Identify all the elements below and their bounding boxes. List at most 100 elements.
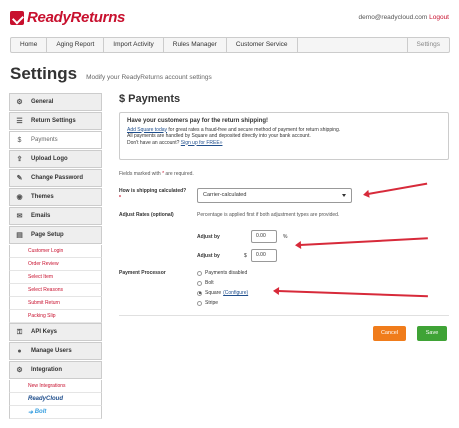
sidebar-integration-readycloud[interactable]: ReadyCloud [9,393,102,406]
sidebar-item-change-password[interactable]: ✎ Change Password [9,169,102,187]
sidebar-sub-select-item[interactable]: Select Item [9,271,102,284]
signup-link[interactable]: Sign up for FREE» [181,140,223,146]
adjust-percent-input[interactable]: 0.00 [251,230,277,243]
logo[interactable]: ReadyReturns [10,9,125,26]
user-email: demo@readycloud.com [358,14,428,21]
adjust-rates-label: Adjust Rates (optional) [119,212,174,218]
main-nav: Home Aging Report Import Activity Rules … [10,37,450,53]
add-square-link[interactable]: Add Square today [127,127,167,133]
configure-square-link[interactable]: (Configure) [223,290,248,296]
sidebar-item-return-settings[interactable]: ☰ Return Settings [9,112,102,130]
eye-icon: ◉ [16,193,23,201]
processor-option-label: Payments disabled [205,270,248,276]
page-title: Settings [10,64,78,83]
adjust-by-amount-label: Adjust by [197,253,220,259]
save-button[interactable]: Save [417,326,447,341]
radio-button[interactable] [197,270,202,276]
sidebar-sub-order-review[interactable]: Order Review [9,258,102,271]
sidebar-item-label: Payments [31,137,58,143]
sidebar-item-label: Change Password [31,175,84,181]
sidebar-integration-bolt[interactable]: ➔ Bolt [9,406,102,419]
processor-option-stripe[interactable]: Stripe [197,300,218,306]
nav-customer-service[interactable]: Customer Service [227,38,298,52]
payment-processor-label: Payment Processor [119,270,166,276]
page-subtitle: Modify your ReadyReturns account setting… [86,74,212,81]
sidebar-item-themes[interactable]: ◉ Themes [9,188,102,206]
sidebar-item-emails[interactable]: ✉ Emails [9,207,102,225]
percent-unit: % [283,234,288,240]
shipping-label-text: How is shipping calculated? [119,188,187,194]
sidebar-item-label: General [31,99,54,105]
sidebar-sub-new-integrations[interactable]: New Integrations [9,380,102,393]
sidebar-sub-customer-login[interactable]: Customer Login [9,245,102,258]
app-header: ReadyReturns demo@readycloud.com Logout [0,0,459,34]
processor-option-square[interactable]: Square (Configure) [197,290,248,296]
dollar-icon: $ [17,136,22,144]
bolt-logo: Bolt [34,409,47,415]
promo-heading: Have your customers pay for the return s… [127,118,269,124]
processor-option-bolt[interactable]: Bolt [197,280,214,286]
promo-line-3: Don't have an account? Sign up for FREE» [127,140,441,147]
pencil-icon: ✎ [16,174,23,182]
cancel-button[interactable]: Cancel [373,326,406,341]
key-icon: ⚿ [16,328,23,336]
sidebar-item-api-keys[interactable]: ⚿ API Keys [9,323,102,341]
sidebar-item-label: Emails [31,213,51,219]
percentage-note: Percentage is applied first if both adju… [197,212,340,218]
processor-option-label: Bolt [205,280,214,286]
logo-check-icon [10,10,24,25]
upload-icon: ⇪ [16,155,23,163]
nav-rules-manager[interactable]: Rules Manager [164,38,227,52]
sidebar-item-label: Upload Logo [31,156,68,162]
sidebar-sub-submit-return[interactable]: Submit Return [9,297,102,310]
list-icon: ☰ [16,117,23,125]
processor-option-label: Square [205,290,222,296]
envelope-icon: ✉ [16,212,23,220]
radio-button-checked[interactable] [197,290,202,296]
required-note: Fields marked with * are required. [119,171,194,177]
user-icon: ● [17,347,22,355]
logout-link[interactable]: Logout [429,14,449,21]
required-note-suffix: are required. [164,171,194,177]
nav-aging-report[interactable]: Aging Report [47,38,105,52]
shipping-select-value: Carrier-calculated [203,192,247,198]
sidebar-item-manage-users[interactable]: ● Manage Users [9,342,102,360]
payments-title: $ Payments [119,93,181,105]
required-note-text: Fields marked with [119,171,163,177]
shipping-select[interactable]: Carrier-calculated [197,188,352,203]
form-divider [119,315,449,316]
settings-sidebar: ⚙ General ☰ Return Settings $ Payments ⇪… [9,93,102,419]
sidebar-item-page-setup[interactable]: ▤ Page Setup [9,226,102,244]
annotation-arrow-adjust [299,237,428,246]
sidebar-item-label: Themes [31,194,54,200]
adjust-amount-input[interactable]: 0.00 [251,249,277,262]
document-icon: ▤ [16,231,23,239]
adjust-by-percent-label: Adjust by [197,234,220,240]
sidebar-item-upload-logo[interactable]: ⇪ Upload Logo [9,150,102,168]
shipping-label: How is shipping calculated? * [119,188,189,201]
sidebar-item-payments[interactable]: $ Payments [9,131,102,149]
processor-option-label: Stripe [205,300,219,306]
sidebar-item-label: Integration [31,367,62,373]
nav-settings[interactable]: Settings [406,38,450,52]
gear-icon: ⚙ [16,98,23,106]
nav-import-activity[interactable]: Import Activity [104,38,164,52]
radio-button[interactable] [197,280,202,286]
sidebar-sub-select-reasons[interactable]: Select Reasons [9,284,102,297]
annotation-arrow-shipping [367,182,428,195]
sidebar-item-integration[interactable]: ⚙ Integration [9,361,102,379]
sidebar-item-label: Manage Users [31,348,72,354]
user-area: demo@readycloud.com Logout [359,14,449,21]
sidebar-item-general[interactable]: ⚙ General [9,93,102,111]
nav-home[interactable]: Home [11,38,48,52]
readycloud-logo: ReadyCloud [28,396,64,402]
caret-down-icon [342,194,346,197]
bolt-icon: ➔ [28,409,35,416]
sidebar-sub-packing-slip[interactable]: Packing Slip [9,310,102,323]
shipping-required-star: * [119,194,121,201]
square-promo-box: Have your customers pay for the return s… [119,112,449,160]
processor-option-disabled[interactable]: Payments disabled [197,270,247,276]
annotation-arrow-square [277,290,428,298]
radio-button[interactable] [197,300,202,306]
gear-icon: ⚙ [16,366,23,374]
